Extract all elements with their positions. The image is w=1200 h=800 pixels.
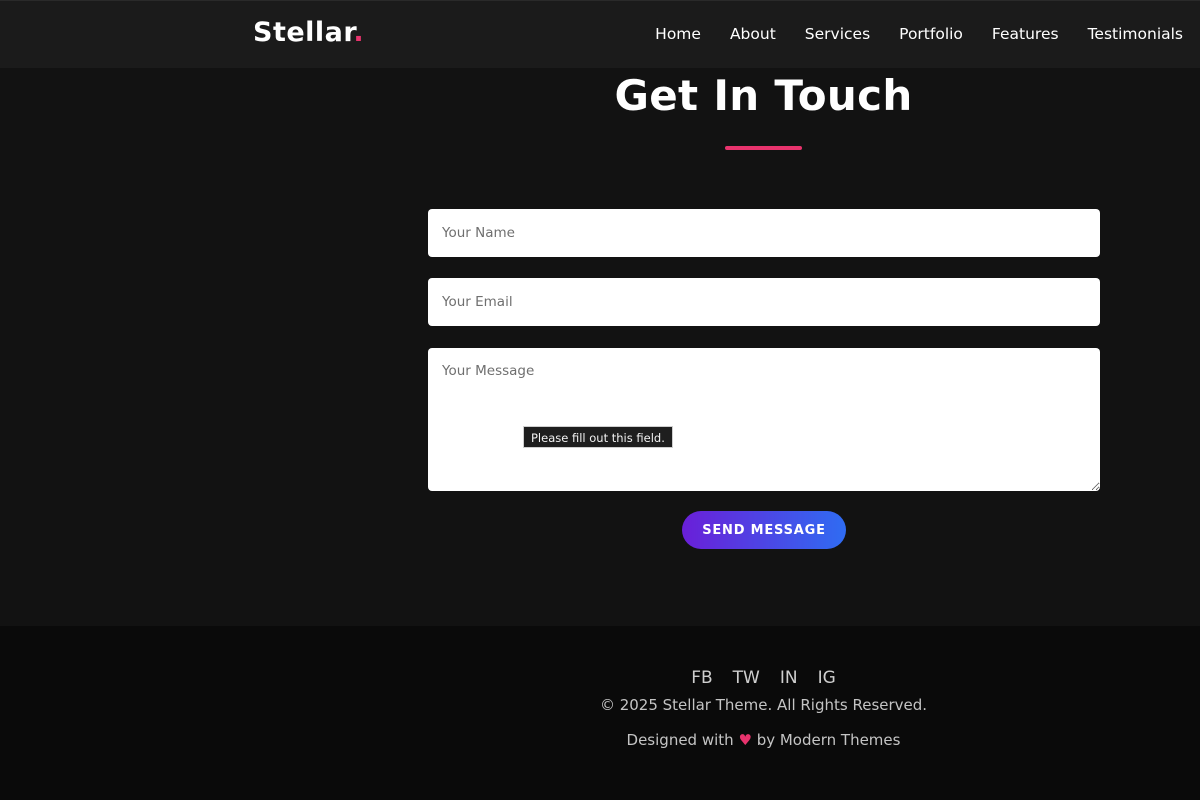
nav-about-link[interactable]: About [730, 25, 776, 43]
credit-line: Designed with ♥ by Modern Themes [0, 731, 1200, 749]
social-in-link[interactable]: IN [780, 668, 798, 688]
navbar: Stellar. Home About Services Portfolio F… [0, 0, 1200, 68]
social-fb-link[interactable]: FB [691, 668, 712, 688]
logo-dot: . [353, 17, 365, 48]
nav-portfolio-link[interactable]: Portfolio [899, 25, 963, 43]
email-input[interactable] [428, 278, 1100, 326]
nav-services-link[interactable]: Services [805, 25, 870, 43]
social-ig-link[interactable]: IG [818, 668, 836, 688]
main-nav: Home About Services Portfolio Features T… [655, 25, 1183, 43]
footer: FB TW IN IG © 2025 Stellar Theme. All Ri… [0, 626, 1200, 800]
logo-text: Stellar [253, 17, 354, 48]
credit-prefix: Designed with [626, 731, 734, 749]
copyright-text: © 2025 Stellar Theme. All Rights Reserve… [599, 696, 928, 714]
nav-testimonials-link[interactable]: Testimonials [1088, 25, 1183, 43]
name-input[interactable] [428, 209, 1100, 257]
send-message-button[interactable]: SEND MESSAGE [682, 511, 846, 549]
section-title: Get In Touch [614, 71, 913, 120]
message-textarea[interactable] [428, 348, 1100, 491]
title-underline [725, 146, 802, 150]
social-links: FB TW IN IG [0, 668, 1200, 688]
social-tw-link[interactable]: TW [733, 668, 760, 688]
logo[interactable]: Stellar. [253, 17, 364, 48]
nav-features-link[interactable]: Features [992, 25, 1059, 43]
credit-suffix: by Modern Themes [756, 731, 901, 749]
heart-icon: ♥ [738, 731, 752, 749]
validation-tooltip: Please fill out this field. [523, 426, 673, 448]
nav-home-link[interactable]: Home [655, 25, 701, 43]
